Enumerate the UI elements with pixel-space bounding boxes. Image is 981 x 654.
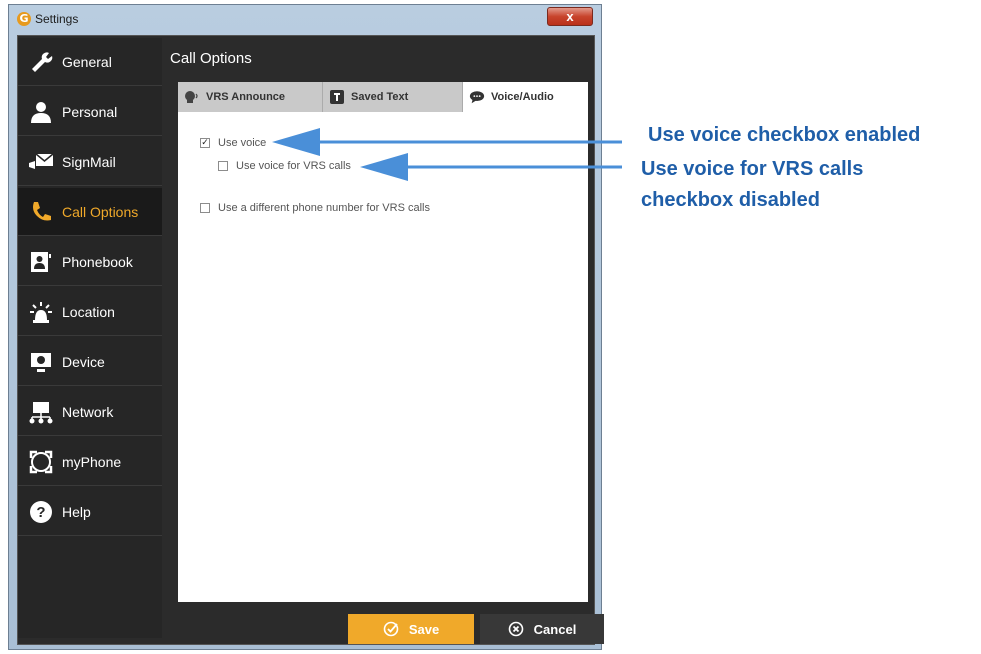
- annotation-arrows: [272, 128, 622, 181]
- arrow-use-voice-vrs: [360, 153, 622, 181]
- callout-use-voice: Use voice checkbox enabled: [648, 124, 921, 146]
- callout-use-voice-vrs-line1: Use voice for VRS calls: [641, 158, 864, 180]
- arrow-use-voice: [272, 128, 622, 156]
- callout-use-voice-vrs-line2: checkbox disabled: [641, 189, 820, 211]
